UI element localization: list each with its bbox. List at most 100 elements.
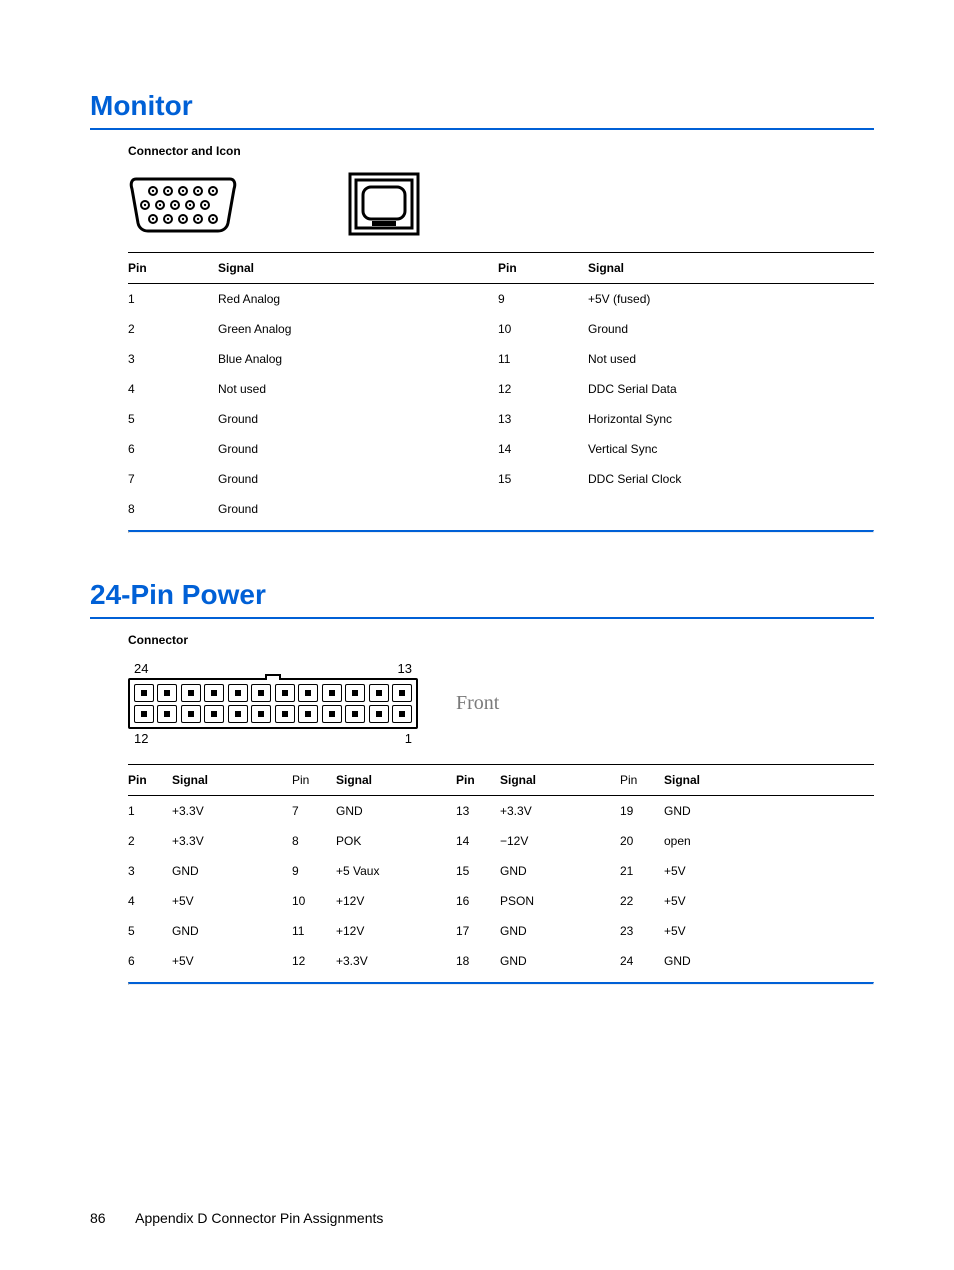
connector-pin xyxy=(369,684,389,702)
table-row: 7Ground15DDC Serial Clock xyxy=(128,464,874,494)
th-pin: Pin xyxy=(498,253,588,284)
cell: Red Analog xyxy=(218,284,498,315)
th-signal: Signal xyxy=(588,253,874,284)
connector-pin xyxy=(298,705,318,723)
table-row: 3GND9+5 Vaux15GND21+5V xyxy=(128,856,874,886)
cell: 9 xyxy=(292,856,336,886)
cell: 8 xyxy=(128,494,218,524)
cell: Not used xyxy=(588,344,874,374)
cell: POK xyxy=(336,826,456,856)
rule xyxy=(128,530,874,533)
table-row: 2Green Analog10Ground xyxy=(128,314,874,344)
cell: Vertical Sync xyxy=(588,434,874,464)
cell: 1 xyxy=(128,796,172,827)
cell: Horizontal Sync xyxy=(588,404,874,434)
heading-monitor: Monitor xyxy=(90,90,874,122)
th-signal: Signal xyxy=(336,765,456,796)
cell: +5V xyxy=(664,886,874,916)
connector-pin xyxy=(228,684,248,702)
cell: 22 xyxy=(620,886,664,916)
connector-pin xyxy=(275,705,295,723)
page-number: 86 xyxy=(90,1210,132,1226)
cell: +12V xyxy=(336,886,456,916)
connector-pin xyxy=(204,684,224,702)
cell: 11 xyxy=(292,916,336,946)
table-row: 6+5V12+3.3V18GND24GND xyxy=(128,946,874,976)
cell: +3.3V xyxy=(172,796,292,827)
cell: 21 xyxy=(620,856,664,886)
cell: open xyxy=(664,826,874,856)
cell: DDC Serial Clock xyxy=(588,464,874,494)
cell: +3.3V xyxy=(336,946,456,976)
connector-pin xyxy=(157,705,177,723)
cell: 18 xyxy=(456,946,500,976)
connector-pin xyxy=(251,684,271,702)
cell: GND xyxy=(664,796,874,827)
cell: +5V xyxy=(664,916,874,946)
table-row: 2+3.3V8POK14−12V20open xyxy=(128,826,874,856)
cell: +12V xyxy=(336,916,456,946)
cell: 9 xyxy=(498,284,588,315)
th-signal: Signal xyxy=(218,253,498,284)
cell: 11 xyxy=(498,344,588,374)
cell: GND xyxy=(500,916,620,946)
cell: GND xyxy=(172,856,292,886)
cell: GND xyxy=(172,916,292,946)
cell: 3 xyxy=(128,856,172,886)
cell: 13 xyxy=(498,404,588,434)
th-signal: Signal xyxy=(664,765,874,796)
cell: 4 xyxy=(128,886,172,916)
cell: +5 Vaux xyxy=(336,856,456,886)
cell: Not used xyxy=(218,374,498,404)
cell: 24 xyxy=(620,946,664,976)
cell: 16 xyxy=(456,886,500,916)
cell: 14 xyxy=(456,826,500,856)
cell: DDC Serial Data xyxy=(588,374,874,404)
cell: +5V xyxy=(172,886,292,916)
table-row: 1Red Analog9+5V (fused) xyxy=(128,284,874,315)
section-power: 24-Pin Power Connector 24 13 12 1 Fron xyxy=(90,579,874,985)
rule xyxy=(90,617,874,619)
fig-label: 12 xyxy=(134,731,148,746)
cell xyxy=(498,494,588,524)
th-pin: Pin xyxy=(620,765,664,796)
cell: 7 xyxy=(292,796,336,827)
page-footer: 86 Appendix D Connector Pin Assignments xyxy=(90,1210,383,1226)
subhead-monitor: Connector and Icon xyxy=(128,144,874,158)
th-pin: Pin xyxy=(128,253,218,284)
table-row: 6Ground14Vertical Sync xyxy=(128,434,874,464)
cell xyxy=(588,494,874,524)
heading-power: 24-Pin Power xyxy=(90,579,874,611)
cell: 20 xyxy=(620,826,664,856)
th-pin: Pin xyxy=(456,765,500,796)
cell: −12V xyxy=(500,826,620,856)
connector-pin xyxy=(157,684,177,702)
connector-pin xyxy=(392,684,412,702)
rule xyxy=(128,982,874,985)
cell: 1 xyxy=(128,284,218,315)
cell: 12 xyxy=(292,946,336,976)
power-pin-table: Pin Signal Pin Signal Pin Signal Pin Sig… xyxy=(128,764,874,976)
cell: 5 xyxy=(128,404,218,434)
cell: 13 xyxy=(456,796,500,827)
cell: 3 xyxy=(128,344,218,374)
cell: GND xyxy=(664,946,874,976)
connector-pin xyxy=(181,684,201,702)
cell: 4 xyxy=(128,374,218,404)
cell: +5V (fused) xyxy=(588,284,874,315)
cell: 15 xyxy=(456,856,500,886)
connector-pin xyxy=(228,705,248,723)
vga-connector-icon xyxy=(128,175,238,233)
table-row: 5Ground13Horizontal Sync xyxy=(128,404,874,434)
connector-pin xyxy=(275,684,295,702)
cell: Ground xyxy=(218,434,498,464)
cell: 15 xyxy=(498,464,588,494)
cell: 10 xyxy=(498,314,588,344)
cell: Ground xyxy=(218,464,498,494)
connector-pin xyxy=(251,705,271,723)
table-row: 4Not used12DDC Serial Data xyxy=(128,374,874,404)
cell: 6 xyxy=(128,434,218,464)
connector-pin xyxy=(134,705,154,723)
connector-pin xyxy=(369,705,389,723)
cell: 12 xyxy=(498,374,588,404)
